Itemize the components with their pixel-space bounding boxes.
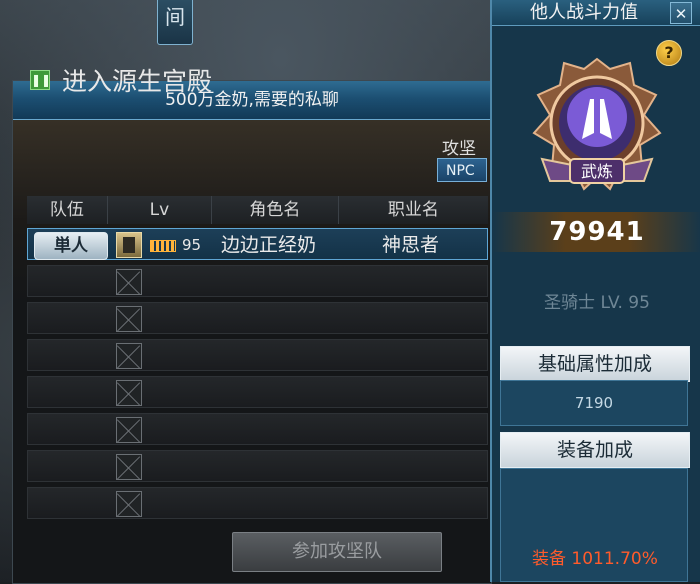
empty-slot-icon [116, 343, 142, 369]
rank-emblem-icon: 武炼 [532, 57, 662, 191]
level-bars-icon [150, 239, 176, 252]
character-name: 边边正经奶 [221, 234, 317, 256]
table-row[interactable] [27, 487, 488, 519]
table-header: 队伍 Lv 角色名 职业名 [27, 196, 488, 224]
class-level: 圣骑士 LV. 95 [544, 293, 650, 313]
table-row[interactable] [27, 265, 488, 297]
attack-label: 攻坚 [442, 139, 476, 159]
combat-power-panel: 他人战斗力值 ✕ ? 武炼 79941 圣骑士 LV. 95 基础属性加成 71… [490, 0, 700, 582]
combat-power-value: 79941 [492, 212, 700, 252]
base-stats-header: 基础属性加成 [500, 346, 690, 382]
top-tab[interactable]: 间 [157, 0, 193, 45]
panel-title: 他人战斗力值 [492, 0, 700, 26]
empty-slot-icon [116, 306, 142, 332]
job-name: 神思者 [382, 234, 440, 256]
class-icon [116, 232, 142, 258]
empty-slot-icon [116, 269, 142, 295]
table-row[interactable] [27, 413, 488, 445]
table-row[interactable] [27, 302, 488, 334]
empty-slot-icon [116, 380, 142, 406]
close-icon[interactable]: ✕ [670, 2, 692, 24]
base-stats-value: 7190 [500, 380, 688, 426]
emblem-label: 武炼 [581, 162, 613, 181]
empty-slot-icon [116, 491, 142, 517]
pause-icon: ❚❚ [30, 70, 51, 90]
header-job: 职业名 [338, 196, 488, 224]
table-row[interactable] [27, 339, 488, 371]
equip-header: 装备加成 [500, 432, 690, 468]
header-level: Lv [107, 196, 213, 224]
npc-button[interactable]: NPC [437, 158, 487, 182]
equip-bonus: 装备 1011.70% [532, 549, 658, 569]
header-team: 队伍 [27, 196, 108, 224]
table-row[interactable] [27, 450, 488, 482]
header-name: 角色名 [212, 196, 339, 224]
empty-slot-icon [116, 454, 142, 480]
dungeon-header: ❚❚ 进入源生宫殿 [30, 60, 212, 100]
join-party-button[interactable]: 参加攻坚队 [232, 532, 442, 572]
table-row[interactable]: 単人 95 边边正经奶 神思者 [27, 228, 488, 260]
level-value: 95 [182, 236, 202, 254]
empty-slot-icon [116, 417, 142, 443]
dungeon-name: 进入源生宫殿 [62, 67, 213, 96]
level-cell: 95 [150, 229, 201, 261]
team-badge: 単人 [34, 232, 108, 260]
table-row[interactable] [27, 376, 488, 408]
